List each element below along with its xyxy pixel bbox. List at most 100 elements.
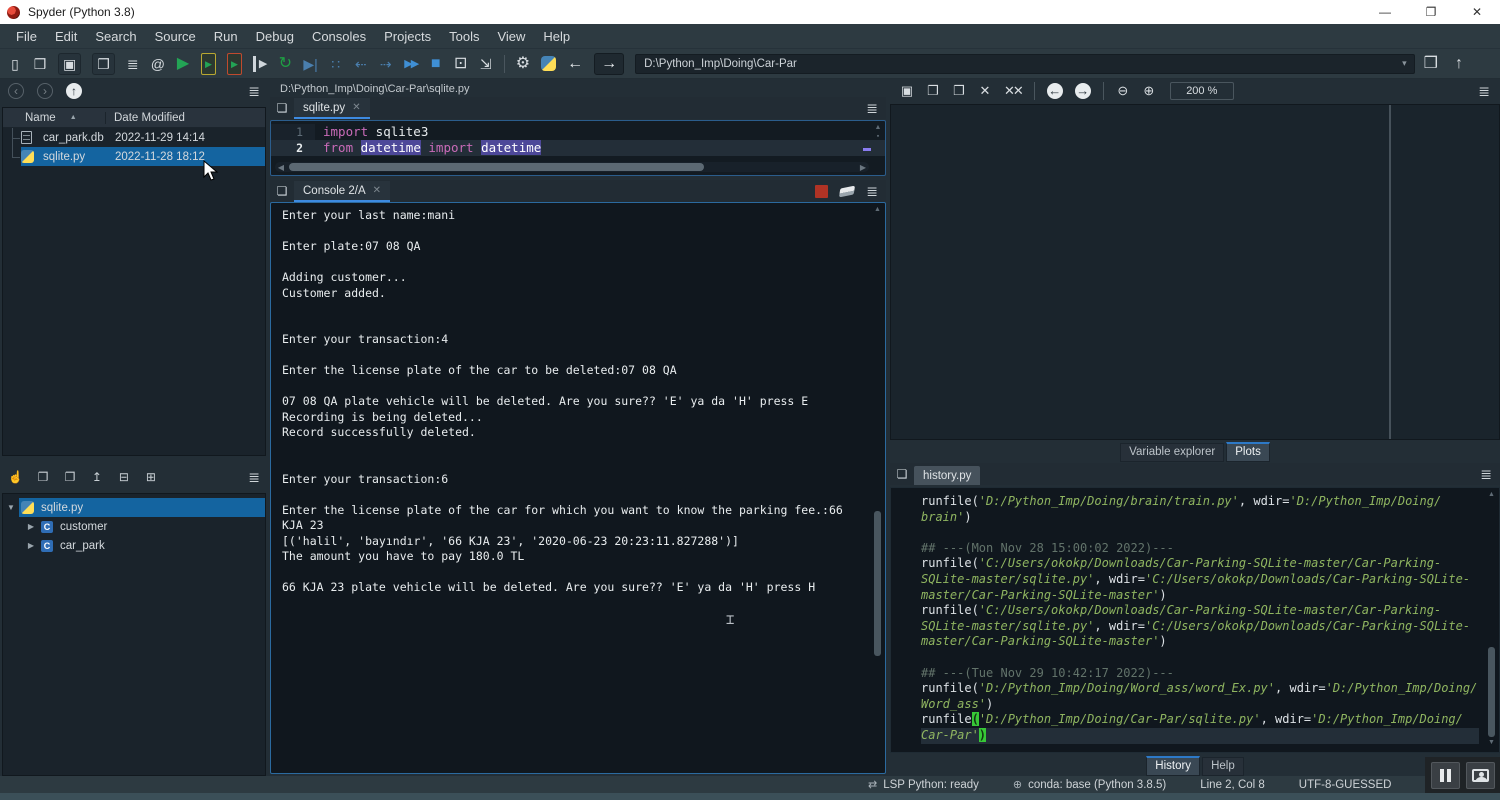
scrollbar-thumb[interactable] xyxy=(874,511,881,656)
debug-step-icon[interactable]: ▶| xyxy=(303,56,317,72)
preferences-icon[interactable]: ⚙ xyxy=(516,56,530,72)
remove-plot-icon[interactable]: ✕ xyxy=(978,83,992,99)
python-logo-icon[interactable] xyxy=(541,56,556,71)
menu-item[interactable]: Source xyxy=(147,27,204,46)
open-file-icon[interactable]: ❒ xyxy=(33,56,47,72)
parent-dir-icon[interactable]: ↑ xyxy=(1452,56,1466,72)
tab-console-2a[interactable]: Console 2/A ✕ xyxy=(294,181,390,202)
stop-icon[interactable]: ■ xyxy=(429,56,443,72)
open-dir-icon[interactable]: ❒ xyxy=(1424,56,1438,72)
close-icon[interactable]: ✕ xyxy=(352,102,360,113)
step-into-icon[interactable]: ∷ xyxy=(329,56,343,72)
car_park.db[interactable]: car_park.db 2022-11-29 14:14 xyxy=(3,128,265,147)
run-cell-icon[interactable]: ▶ xyxy=(201,53,216,75)
zoom-in-icon[interactable]: ⊕ xyxy=(1142,83,1156,99)
forward-icon[interactable]: → xyxy=(594,53,624,75)
expander-icon[interactable]: ▶ xyxy=(23,522,39,531)
scroll-up-icon[interactable]: ▲ xyxy=(874,206,881,216)
separator[interactable] xyxy=(1034,82,1035,100)
menu-item[interactable]: Search xyxy=(87,27,144,46)
run-cell-advance-icon[interactable]: ▶ xyxy=(227,53,242,75)
scroll-up-icon[interactable]: ▲ xyxy=(1488,491,1495,501)
menu-item[interactable]: Edit xyxy=(47,27,85,46)
save-icon[interactable]: ▣ xyxy=(58,53,81,75)
remove-all-plots-icon[interactable]: ✕✕ xyxy=(1004,83,1022,99)
menu-item[interactable]: File xyxy=(8,27,45,46)
continue-icon[interactable]: ▶▶ xyxy=(404,56,418,72)
browse-tabs-icon[interactable]: ❏ xyxy=(890,467,914,481)
collapse-all-icon[interactable]: ⊟ xyxy=(117,469,131,485)
next-plot-icon[interactable]: → xyxy=(1075,83,1091,99)
copy-all-icon[interactable]: ❐ xyxy=(63,469,77,485)
scrollbar-thumb[interactable] xyxy=(1488,647,1495,737)
copy-plot-icon[interactable]: ❐ xyxy=(952,83,966,99)
run-selection-icon[interactable]: ▶ xyxy=(253,56,267,72)
forward-icon[interactable]: › xyxy=(37,83,53,99)
menu-item[interactable]: Consoles xyxy=(304,27,374,46)
menu-item[interactable]: Help xyxy=(535,27,578,46)
zoom-level-field[interactable]: 200 % xyxy=(1170,82,1234,100)
rerun-cell-icon[interactable]: ↻ xyxy=(278,56,292,72)
outline-item[interactable]: ▶ car_park xyxy=(3,536,265,555)
find-symbols-icon[interactable]: @ xyxy=(151,56,165,72)
scrollbar-thumb[interactable] xyxy=(289,163,704,171)
browse-tabs-icon[interactable]: ❏ xyxy=(270,184,294,198)
restore-button[interactable]: ❐ xyxy=(1408,0,1454,24)
history-log[interactable]: runfile('D:/Python_Imp/Doing/brain/train… xyxy=(890,487,1500,753)
pause-button[interactable] xyxy=(1431,762,1460,789)
chevron-down-icon[interactable]: ▾ xyxy=(1402,58,1407,69)
options-menu-icon[interactable]: ≣ xyxy=(866,183,878,200)
working-directory-input[interactable] xyxy=(635,54,1415,74)
vertical-scrollbar[interactable]: ▲ ▼ xyxy=(1487,491,1496,749)
menu-item[interactable]: Debug xyxy=(248,27,302,46)
close-icon[interactable]: ✕ xyxy=(373,185,381,196)
menu-item[interactable]: Run xyxy=(206,27,246,46)
sqlite.py[interactable]: sqlite.py 2022-11-28 18:12 xyxy=(3,147,265,166)
tab-history-py[interactable]: history.py xyxy=(914,466,980,485)
save-plot-icon[interactable]: ▣ xyxy=(900,83,914,99)
run-icon[interactable]: ▶ xyxy=(176,56,190,72)
outline-item[interactable]: ▶ customer xyxy=(3,517,265,536)
previous-plot-icon[interactable]: ← xyxy=(1047,83,1063,99)
scroll-left-icon[interactable]: ◀ xyxy=(275,163,287,172)
scroll-right-icon[interactable]: ▶ xyxy=(857,163,869,172)
menu-item[interactable]: View xyxy=(489,27,533,46)
browse-tabs-icon[interactable]: ❏ xyxy=(270,101,294,115)
code-editor[interactable]: 1 import sqlite3 2 from datetime import … xyxy=(270,120,886,176)
zoom-out-icon[interactable]: ⊖ xyxy=(1116,83,1130,99)
tab-history[interactable]: History xyxy=(1146,756,1200,776)
new-file-icon[interactable]: ▯ xyxy=(8,56,22,72)
goto-cursor-icon[interactable]: ↥ xyxy=(90,469,104,485)
expander-icon[interactable]: ▼ xyxy=(3,503,19,512)
options-menu-icon[interactable]: ≣ xyxy=(248,83,260,100)
tab-plots[interactable]: Plots xyxy=(1226,442,1270,462)
copy-icon[interactable]: ❐ xyxy=(36,469,50,485)
options-menu-icon[interactable]: ≣ xyxy=(248,469,260,486)
separator[interactable] xyxy=(1103,82,1104,100)
tab-help[interactable]: Help xyxy=(1202,757,1244,776)
column-header-name[interactable]: Name ▲ xyxy=(3,112,105,124)
interrupt-kernel-icon[interactable] xyxy=(815,185,828,198)
tab-sqlite-py[interactable]: sqlite.py ✕ xyxy=(294,98,370,119)
vertical-scrollbar[interactable]: ▲ xyxy=(873,206,882,770)
minimize-button[interactable]: — xyxy=(1362,0,1408,24)
save-all-icon[interactable]: ❐ xyxy=(92,53,115,75)
follow-cursor-icon[interactable]: ☝ xyxy=(8,469,23,485)
expander-icon[interactable]: ▶ xyxy=(23,541,39,550)
back-icon[interactable]: ‹ xyxy=(8,83,24,99)
back-icon[interactable]: ← xyxy=(567,56,583,72)
step-over-icon[interactable]: ⇠ xyxy=(354,56,368,72)
outline-item[interactable]: ▼ sqlite.py xyxy=(3,498,265,517)
options-menu-icon[interactable]: ≣ xyxy=(1478,83,1490,100)
options-menu-icon[interactable]: ≣ xyxy=(1480,466,1492,483)
tab-variable-explorer[interactable]: Variable explorer xyxy=(1120,443,1224,462)
webcam-button[interactable] xyxy=(1466,762,1495,789)
close-button[interactable]: ✕ xyxy=(1454,0,1500,24)
parent-dir-icon[interactable]: ↑ xyxy=(66,83,82,99)
scroll-down-icon[interactable]: ▼ xyxy=(1488,739,1495,749)
options-menu-icon[interactable]: ≣ xyxy=(866,100,878,117)
fullscreen-icon[interactable]: ⇲ xyxy=(479,56,493,72)
horizontal-scrollbar[interactable]: ◀ ▶ xyxy=(275,162,869,172)
menu-item[interactable]: Tools xyxy=(441,27,487,46)
step-return-icon[interactable]: ⇢ xyxy=(379,56,393,72)
